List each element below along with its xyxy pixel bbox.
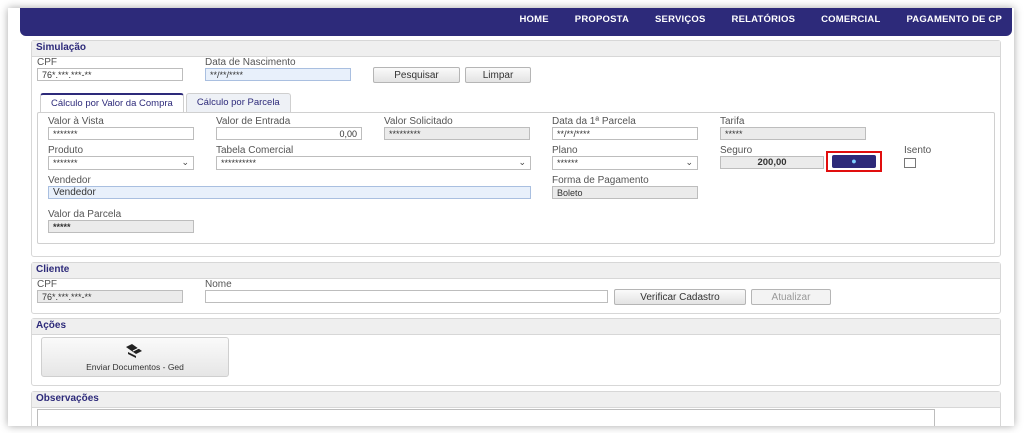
limpar-button[interactable]: Limpar [465,67,531,83]
valor-entrada-label: Valor de Entrada [216,116,291,127]
valor-vista-field[interactable]: ******* [48,127,194,140]
seguro-search-button[interactable]: ● [832,155,876,168]
seguro-field: 200,00 [720,156,824,169]
nav-home[interactable]: HOME [519,14,548,25]
calculo-tabs: Cálculo por Valor da Compra Cálculo por … [40,93,291,112]
magnifier-icon: ● [851,156,857,166]
data-parcela-label: Data da 1ª Parcela [552,116,636,127]
nome-label: Nome [205,279,232,290]
data-nascimento-field[interactable]: **/**/**** [205,68,351,81]
acoes-title: Ações [32,319,1000,335]
tabela-comercial-value: ********** [221,158,257,168]
plano-value: ****** [557,158,579,168]
top-nav: HOME PROPOSTA SERVIÇOS RELATÓRIOS COMERC… [20,8,1012,36]
nav-pagamento-cp[interactable]: PAGAMENTO DE CP [906,14,1002,25]
cliente-cpf-field: 76*.***.***-** [37,290,183,303]
app-window: HOME PROPOSTA SERVIÇOS RELATÓRIOS COMERC… [8,8,1014,426]
produto-select[interactable]: ******* ⌄ [48,156,194,170]
cpf-label: CPF [37,57,57,68]
data-nascimento-label: Data de Nascimento [205,57,296,68]
vendedor-field[interactable]: Vendedor [48,186,531,199]
nav-servicos[interactable]: SERVIÇOS [655,14,706,25]
observacoes-panel: Observações [31,391,1001,426]
nav-comercial[interactable]: COMERCIAL [821,14,880,25]
valor-solicitado-label: Valor Solicitado [384,116,453,127]
seguro-search-button-wrap: ● [828,153,880,170]
enviar-documentos-button[interactable]: Enviar Documentos - Ged [41,337,229,377]
tarifa-field: ***** [720,127,866,140]
tabela-comercial-label: Tabela Comercial [216,145,294,156]
isento-checkbox[interactable] [904,158,916,168]
scanner-icon [126,344,142,358]
plano-label: Plano [552,145,578,156]
simulacao-title: Simulação [32,41,1000,57]
nome-field[interactable] [205,290,608,303]
valor-vista-label: Valor à Vista [48,116,104,127]
plano-select[interactable]: ****** ⌄ [552,156,698,170]
vendedor-label: Vendedor [48,175,91,186]
simulacao-panel: Simulação CPF 76*.***.***-** Data de Nas… [31,40,1001,257]
valor-parcela-field: ***** [48,220,194,233]
chevron-down-icon: ⌄ [181,157,189,167]
forma-pagamento-label: Forma de Pagamento [552,175,649,186]
forma-pagamento-field: Boleto [552,186,698,199]
observacoes-title: Observações [32,392,1000,408]
isento-label: Isento [904,145,932,156]
cliente-panel: Cliente CPF 76*.***.***-** Nome Verifica… [31,262,1001,314]
valor-entrada-field[interactable]: 0,00 [216,127,362,140]
cpf-field[interactable]: 76*.***.***-** [37,68,183,81]
observacoes-textarea[interactable] [37,409,935,426]
produto-value: ******* [53,158,78,168]
cliente-title: Cliente [32,263,1000,279]
seguro-label: Seguro [720,145,753,156]
enviar-documentos-label: Enviar Documentos - Ged [86,362,184,372]
acoes-panel: Ações Enviar Documentos - Ged [31,318,1001,386]
verificar-cadastro-button[interactable]: Verificar Cadastro [614,289,746,305]
chevron-down-icon: ⌄ [518,157,526,167]
nav-proposta[interactable]: PROPOSTA [575,14,629,25]
produto-label: Produto [48,145,84,156]
seguro-search-highlight: ● [826,151,882,172]
valor-parcela-label: Valor da Parcela [48,209,122,220]
valor-solicitado-field: ********* [384,127,530,140]
atualizar-button[interactable]: Atualizar [751,289,831,305]
pesquisar-button[interactable]: Pesquisar [373,67,460,83]
chevron-down-icon: ⌄ [685,157,693,167]
tabela-comercial-select[interactable]: ********** ⌄ [216,156,531,170]
calculo-subpanel: Valor à Vista ******* Valor de Entrada 0… [37,112,995,244]
tab-valor-compra[interactable]: Cálculo por Valor da Compra [40,93,184,112]
tab-parcela[interactable]: Cálculo por Parcela [185,93,291,112]
cliente-cpf-label: CPF [37,279,57,290]
data-parcela-field[interactable]: **/**/**** [552,127,698,140]
tarifa-label: Tarifa [720,116,745,127]
nav-relatorios[interactable]: RELATÓRIOS [732,14,796,25]
